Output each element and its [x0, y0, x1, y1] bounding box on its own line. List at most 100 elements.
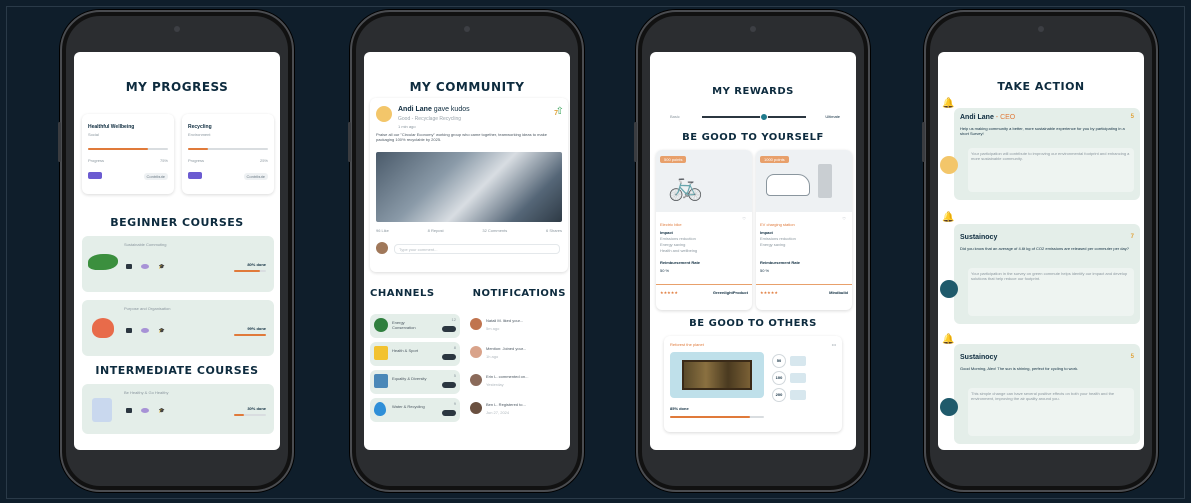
notification-text: Ben L. Registered to...: [486, 402, 526, 407]
goal-card[interactable]: Recycling Environment Progress 25% Contr…: [182, 114, 274, 194]
donation-option[interactable]: 100: [772, 371, 806, 385]
points-badge: 1000 points: [760, 156, 789, 163]
graduation-cap-icon: 🎓: [158, 408, 166, 414]
action-body: Your participation in the survey on gree…: [968, 268, 1134, 316]
avatar: [470, 318, 482, 330]
phone-progress: MY PROGRESS Healthful Wellbeing Social P…: [58, 10, 294, 492]
avatar: [470, 402, 482, 414]
goal-category: Environment: [188, 132, 211, 137]
channel-item[interactable]: Energy Conservation 12: [370, 314, 460, 338]
course-name: Be Healthy & Go Healthy: [124, 390, 169, 395]
action-headline: Good Morning, Alex! The sun is shining, …: [960, 366, 1079, 371]
course-card[interactable]: Purpose and Organisation 🎓 99% done: [82, 300, 274, 356]
side-button: [922, 122, 925, 162]
score: 5: [1130, 114, 1134, 120]
like-button[interactable]: 96 Like: [376, 228, 389, 233]
avatar: [470, 374, 482, 386]
tree-icon: [790, 373, 806, 383]
channel-item[interactable]: Health & Sport 8: [370, 342, 460, 366]
bell-icon: 🔔: [942, 334, 955, 345]
channel-count: 5: [453, 373, 456, 378]
charity-progress-bar: [670, 416, 764, 418]
course-percent: 30% done: [247, 406, 266, 411]
chameleon-icon: [88, 254, 118, 270]
slider-min-label: Basic: [670, 114, 680, 119]
channel-name: Health & Sport: [392, 348, 419, 353]
channel-count: 12: [451, 317, 456, 322]
course-card[interactable]: Sustainable Commuting 🎓 80% done: [82, 236, 274, 292]
post-time: 1 min ago: [398, 124, 416, 129]
page-title: MY PROGRESS: [125, 80, 229, 94]
comments-button[interactable]: 32 Comments: [482, 228, 507, 233]
page-title: MY REWARDS: [712, 86, 794, 97]
lesson-icon: [126, 264, 132, 270]
rating-stars: ★★★★★: [760, 290, 778, 295]
channel-name: Water & Recycling: [392, 404, 425, 409]
charity-card[interactable]: Reforest the planet ••• 50 100 200 85% d…: [664, 336, 842, 432]
channel-item[interactable]: Equality & Diversity 5: [370, 370, 460, 394]
notification-item[interactable]: Erin L. commented on... Yesterday: [466, 370, 570, 394]
channel-item[interactable]: Water & Recycling 9: [370, 398, 460, 422]
camera-icon: [174, 26, 180, 32]
bell-icon: 🔔: [942, 98, 955, 109]
section-title-others: BE GOOD TO OTHERS: [689, 318, 817, 329]
notification-item[interactable]: Ben L. Registered to... Jun 27, 2024: [466, 398, 570, 422]
charity-percent: 85% done: [670, 406, 689, 411]
lesson-icon: [126, 328, 132, 334]
upvote-icon[interactable]: ⇧: [556, 106, 564, 117]
action-card[interactable]: Andi Lane - CEO 5 Help us making communi…: [954, 108, 1140, 200]
page-title: MY COMMUNITY: [409, 80, 525, 94]
notification-item[interactable]: Mention: Joined your... 1h ago: [466, 342, 570, 366]
action-body: This simple change can have several posi…: [968, 388, 1134, 436]
rate-value: 50 %: [660, 268, 670, 273]
progress-screen: MY PROGRESS Healthful Wellbeing Social P…: [74, 52, 280, 450]
reward-level-slider[interactable]: [702, 113, 806, 121]
phone-community: MY COMMUNITY Andi Lane gave kudos Good -…: [348, 10, 584, 492]
side-button: [58, 122, 61, 162]
brand-name: GreenlightProduct: [712, 290, 748, 295]
heart-icon: [92, 318, 114, 338]
impact-label: Impact: [660, 230, 673, 235]
favorite-icon[interactable]: ♡: [742, 216, 746, 221]
brain-icon: [141, 328, 150, 334]
notification-time: Jun 27, 2024: [486, 410, 510, 415]
donation-option[interactable]: 50: [772, 354, 806, 368]
tree-icon: [790, 356, 806, 366]
goal-card[interactable]: Healthful Wellbeing Social Progress 75% …: [82, 114, 174, 194]
action-card[interactable]: Sustainocy 7 Did you know that an averag…: [954, 224, 1140, 324]
donation-option[interactable]: 200: [772, 388, 806, 402]
goal-name: Healthful Wellbeing: [88, 124, 135, 130]
impact-item: Emissions reduction: [660, 236, 696, 241]
slider-handle[interactable]: [760, 113, 769, 121]
avatar: [376, 106, 392, 122]
kudos-post[interactable]: Andi Lane gave kudos Good - Recyclage Re…: [370, 98, 568, 272]
avatar: [940, 156, 958, 174]
people-icon: [188, 172, 202, 179]
side-button: [634, 122, 637, 162]
share-button[interactable]: 6 Shares: [546, 228, 562, 233]
reward-name: Electric bike: [660, 222, 682, 227]
reward-card[interactable]: 500 points 🚲 ♡ Electric bike Impact Emis…: [656, 150, 752, 310]
repost-button[interactable]: 8 Repost: [428, 228, 444, 233]
notification-time: Yesterday: [486, 382, 504, 387]
members-icon: [442, 410, 456, 416]
contribute-button[interactable]: Contribute: [243, 173, 268, 180]
notification-item[interactable]: Natali M. liked your... 5m ago: [466, 314, 570, 338]
action-card[interactable]: Sustainocy 5 Good Morning, Alex! The sun…: [954, 344, 1140, 444]
impact-label: Impact: [760, 230, 773, 235]
favorite-icon[interactable]: ♡: [842, 216, 846, 221]
more-icon[interactable]: •••: [832, 342, 836, 347]
course-card[interactable]: Be Healthy & Go Healthy 🎓 30% done: [82, 384, 274, 434]
impact-item: Emissions reduction: [760, 236, 796, 241]
channel-count: 9: [453, 401, 456, 406]
contribute-button[interactable]: Contribute: [143, 173, 168, 180]
brand-name: Mindbuild: [829, 290, 848, 295]
water-drop-icon: [374, 402, 386, 416]
course-progress-bar: [234, 270, 266, 272]
charging-station-icon: [818, 164, 832, 198]
action-author: Sustainocy: [960, 354, 998, 361]
comment-input[interactable]: Type your comment...: [394, 244, 560, 254]
reward-name: EV charging station: [760, 222, 795, 227]
rewards-screen: MY REWARDS Basic Ultimate BE GOOD TO YOU…: [650, 52, 856, 450]
reward-card[interactable]: 1000 points ♡ EV charging station Impact…: [756, 150, 852, 310]
